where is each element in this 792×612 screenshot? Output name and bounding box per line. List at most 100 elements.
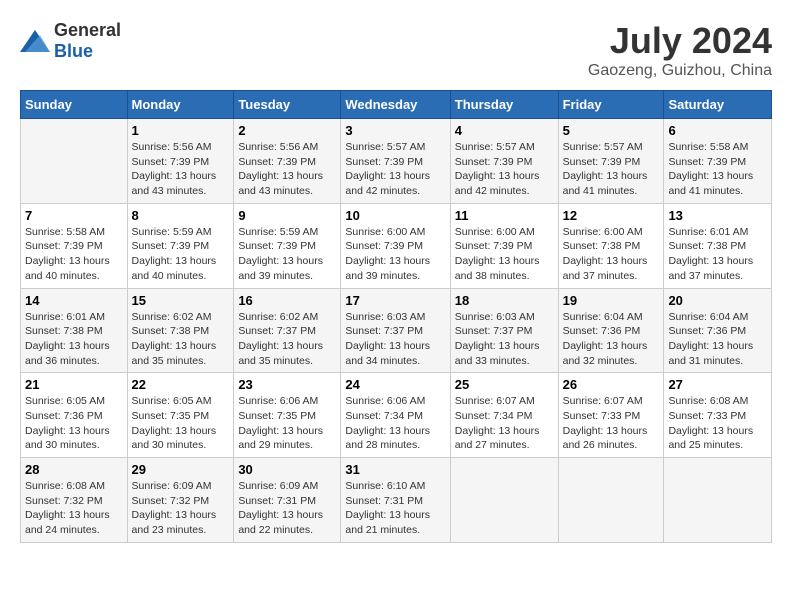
calendar-cell: 16 Sunrise: 6:02 AMSunset: 7:37 PMDayligh… [234,288,341,373]
calendar-week-row: 21 Sunrise: 6:05 AMSunset: 7:36 PMDayligh… [21,373,772,458]
day-number: 15 [132,293,230,308]
calendar-cell: 18 Sunrise: 6:03 AMSunset: 7:37 PMDayligh… [450,288,558,373]
calendar-cell: 22Sunrise: 6:05 AMSunset: 7:35 PMDayligh… [127,373,234,458]
calendar-cell [21,119,128,204]
calendar-week-row: 1 Sunrise: 5:56 AMSunset: 7:39 PMDaylight… [21,119,772,204]
weekday-header-saturday: Saturday [664,91,772,119]
day-info: Sunrise: 6:10 AMSunset: 7:31 PMDaylight:… [345,479,445,538]
day-info: Sunrise: 6:06 AMSunset: 7:35 PMDaylight:… [238,394,336,453]
day-info: Sunrise: 5:57 AMSunset: 7:39 PMDaylight:… [563,140,660,199]
day-info: Sunrise: 6:07 AMSunset: 7:34 PMDaylight:… [455,394,554,453]
day-info: Sunrise: 6:00 AMSunset: 7:39 PMDaylight:… [345,225,445,284]
day-number: 6 [668,123,767,138]
calendar-week-row: 14Sunrise: 6:01 AMSunset: 7:38 PMDayligh… [21,288,772,373]
day-number: 25 [455,377,554,392]
calendar-cell: 3 Sunrise: 5:57 AMSunset: 7:39 PMDaylight… [341,119,450,204]
day-info: Sunrise: 6:00 AMSunset: 7:39 PMDaylight:… [455,225,554,284]
day-number: 9 [238,208,336,223]
calendar-cell: 28 Sunrise: 6:08 AMSunset: 7:32 PMDayligh… [21,458,128,543]
day-info: Sunrise: 5:57 AMSunset: 7:39 PMDaylight:… [345,140,445,199]
calendar-cell: 25 Sunrise: 6:07 AMSunset: 7:34 PMDayligh… [450,373,558,458]
calendar-cell: 11 Sunrise: 6:00 AMSunset: 7:39 PMDayligh… [450,203,558,288]
calendar-cell: 5 Sunrise: 5:57 AMSunset: 7:39 PMDaylight… [558,119,664,204]
day-number: 31 [345,462,445,477]
day-info: Sunrise: 6:09 AMSunset: 7:31 PMDaylight:… [238,479,336,538]
day-info: Sunrise: 6:05 AMSunset: 7:35 PMDaylight:… [132,394,230,453]
day-number: 18 [455,293,554,308]
day-number: 16 [238,293,336,308]
calendar-cell: 29 Sunrise: 6:09 AMSunset: 7:32 PMDayligh… [127,458,234,543]
main-title: July 2024 [588,20,772,62]
day-number: 8 [132,208,230,223]
calendar-cell: 13 Sunrise: 6:01 AMSunset: 7:38 PMDayligh… [664,203,772,288]
day-number: 4 [455,123,554,138]
weekday-header-wednesday: Wednesday [341,91,450,119]
calendar-cell: 20 Sunrise: 6:04 AMSunset: 7:36 PMDayligh… [664,288,772,373]
logo: General Blue [20,20,121,62]
day-info: Sunrise: 6:02 AMSunset: 7:37 PMDaylight:… [238,310,336,369]
logo-blue: Blue [54,41,93,61]
day-info: Sunrise: 5:56 AMSunset: 7:39 PMDaylight:… [132,140,230,199]
day-info: Sunrise: 6:08 AMSunset: 7:32 PMDaylight:… [25,479,123,538]
day-number: 7 [25,208,123,223]
day-number: 5 [563,123,660,138]
day-number: 29 [132,462,230,477]
weekday-header-monday: Monday [127,91,234,119]
calendar-cell: 31 Sunrise: 6:10 AMSunset: 7:31 PMDayligh… [341,458,450,543]
weekday-header-tuesday: Tuesday [234,91,341,119]
day-number: 3 [345,123,445,138]
weekday-header-row: SundayMondayTuesdayWednesdayThursdayFrid… [21,91,772,119]
calendar-cell: 14Sunrise: 6:01 AMSunset: 7:38 PMDayligh… [21,288,128,373]
calendar-week-row: 28 Sunrise: 6:08 AMSunset: 7:32 PMDayligh… [21,458,772,543]
calendar-cell: 8 Sunrise: 5:59 AMSunset: 7:39 PMDaylight… [127,203,234,288]
day-number: 11 [455,208,554,223]
day-info: Sunrise: 6:07 AMSunset: 7:33 PMDaylight:… [563,394,660,453]
day-info: Sunrise: 6:08 AMSunset: 7:33 PMDaylight:… [668,394,767,453]
day-info: Sunrise: 5:57 AMSunset: 7:39 PMDaylight:… [455,140,554,199]
day-info: Sunrise: 6:03 AMSunset: 7:37 PMDaylight:… [455,310,554,369]
weekday-header-sunday: Sunday [21,91,128,119]
calendar-cell: 24 Sunrise: 6:06 AMSunset: 7:34 PMDayligh… [341,373,450,458]
day-number: 24 [345,377,445,392]
calendar-cell: 10 Sunrise: 6:00 AMSunset: 7:39 PMDayligh… [341,203,450,288]
day-number: 2 [238,123,336,138]
day-info: Sunrise: 5:56 AMSunset: 7:39 PMDaylight:… [238,140,336,199]
day-info: Sunrise: 6:04 AMSunset: 7:36 PMDaylight:… [668,310,767,369]
day-info: Sunrise: 6:09 AMSunset: 7:32 PMDaylight:… [132,479,230,538]
day-info: Sunrise: 5:59 AMSunset: 7:39 PMDaylight:… [238,225,336,284]
day-number: 28 [25,462,123,477]
calendar-cell: 30 Sunrise: 6:09 AMSunset: 7:31 PMDayligh… [234,458,341,543]
calendar-cell [664,458,772,543]
calendar-table: SundayMondayTuesdayWednesdayThursdayFrid… [20,90,772,543]
day-info: Sunrise: 6:06 AMSunset: 7:34 PMDaylight:… [345,394,445,453]
calendar-cell: 26 Sunrise: 6:07 AMSunset: 7:33 PMDayligh… [558,373,664,458]
day-number: 20 [668,293,767,308]
calendar-cell: 27 Sunrise: 6:08 AMSunset: 7:33 PMDayligh… [664,373,772,458]
day-info: Sunrise: 6:02 AMSunset: 7:38 PMDaylight:… [132,310,230,369]
calendar-week-row: 7Sunrise: 5:58 AMSunset: 7:39 PMDaylight… [21,203,772,288]
day-number: 19 [563,293,660,308]
subtitle: Gaozeng, Guizhou, China [588,62,772,80]
header: General Blue July 2024 Gaozeng, Guizhou,… [20,20,772,80]
day-info: Sunrise: 5:59 AMSunset: 7:39 PMDaylight:… [132,225,230,284]
day-number: 10 [345,208,445,223]
day-number: 26 [563,377,660,392]
day-number: 30 [238,462,336,477]
day-info: Sunrise: 6:05 AMSunset: 7:36 PMDaylight:… [25,394,123,453]
calendar-cell [558,458,664,543]
day-number: 13 [668,208,767,223]
day-number: 27 [668,377,767,392]
day-number: 17 [345,293,445,308]
day-info: Sunrise: 6:01 AMSunset: 7:38 PMDaylight:… [668,225,767,284]
weekday-header-thursday: Thursday [450,91,558,119]
day-number: 1 [132,123,230,138]
calendar-cell: 19 Sunrise: 6:04 AMSunset: 7:36 PMDayligh… [558,288,664,373]
day-number: 21 [25,377,123,392]
day-number: 23 [238,377,336,392]
calendar-cell: 6Sunrise: 5:58 AMSunset: 7:39 PMDaylight… [664,119,772,204]
calendar-cell: 2 Sunrise: 5:56 AMSunset: 7:39 PMDaylight… [234,119,341,204]
day-info: Sunrise: 6:04 AMSunset: 7:36 PMDaylight:… [563,310,660,369]
logo-text: General Blue [54,20,121,62]
calendar-cell: 4 Sunrise: 5:57 AMSunset: 7:39 PMDaylight… [450,119,558,204]
day-info: Sunrise: 6:01 AMSunset: 7:38 PMDaylight:… [25,310,123,369]
